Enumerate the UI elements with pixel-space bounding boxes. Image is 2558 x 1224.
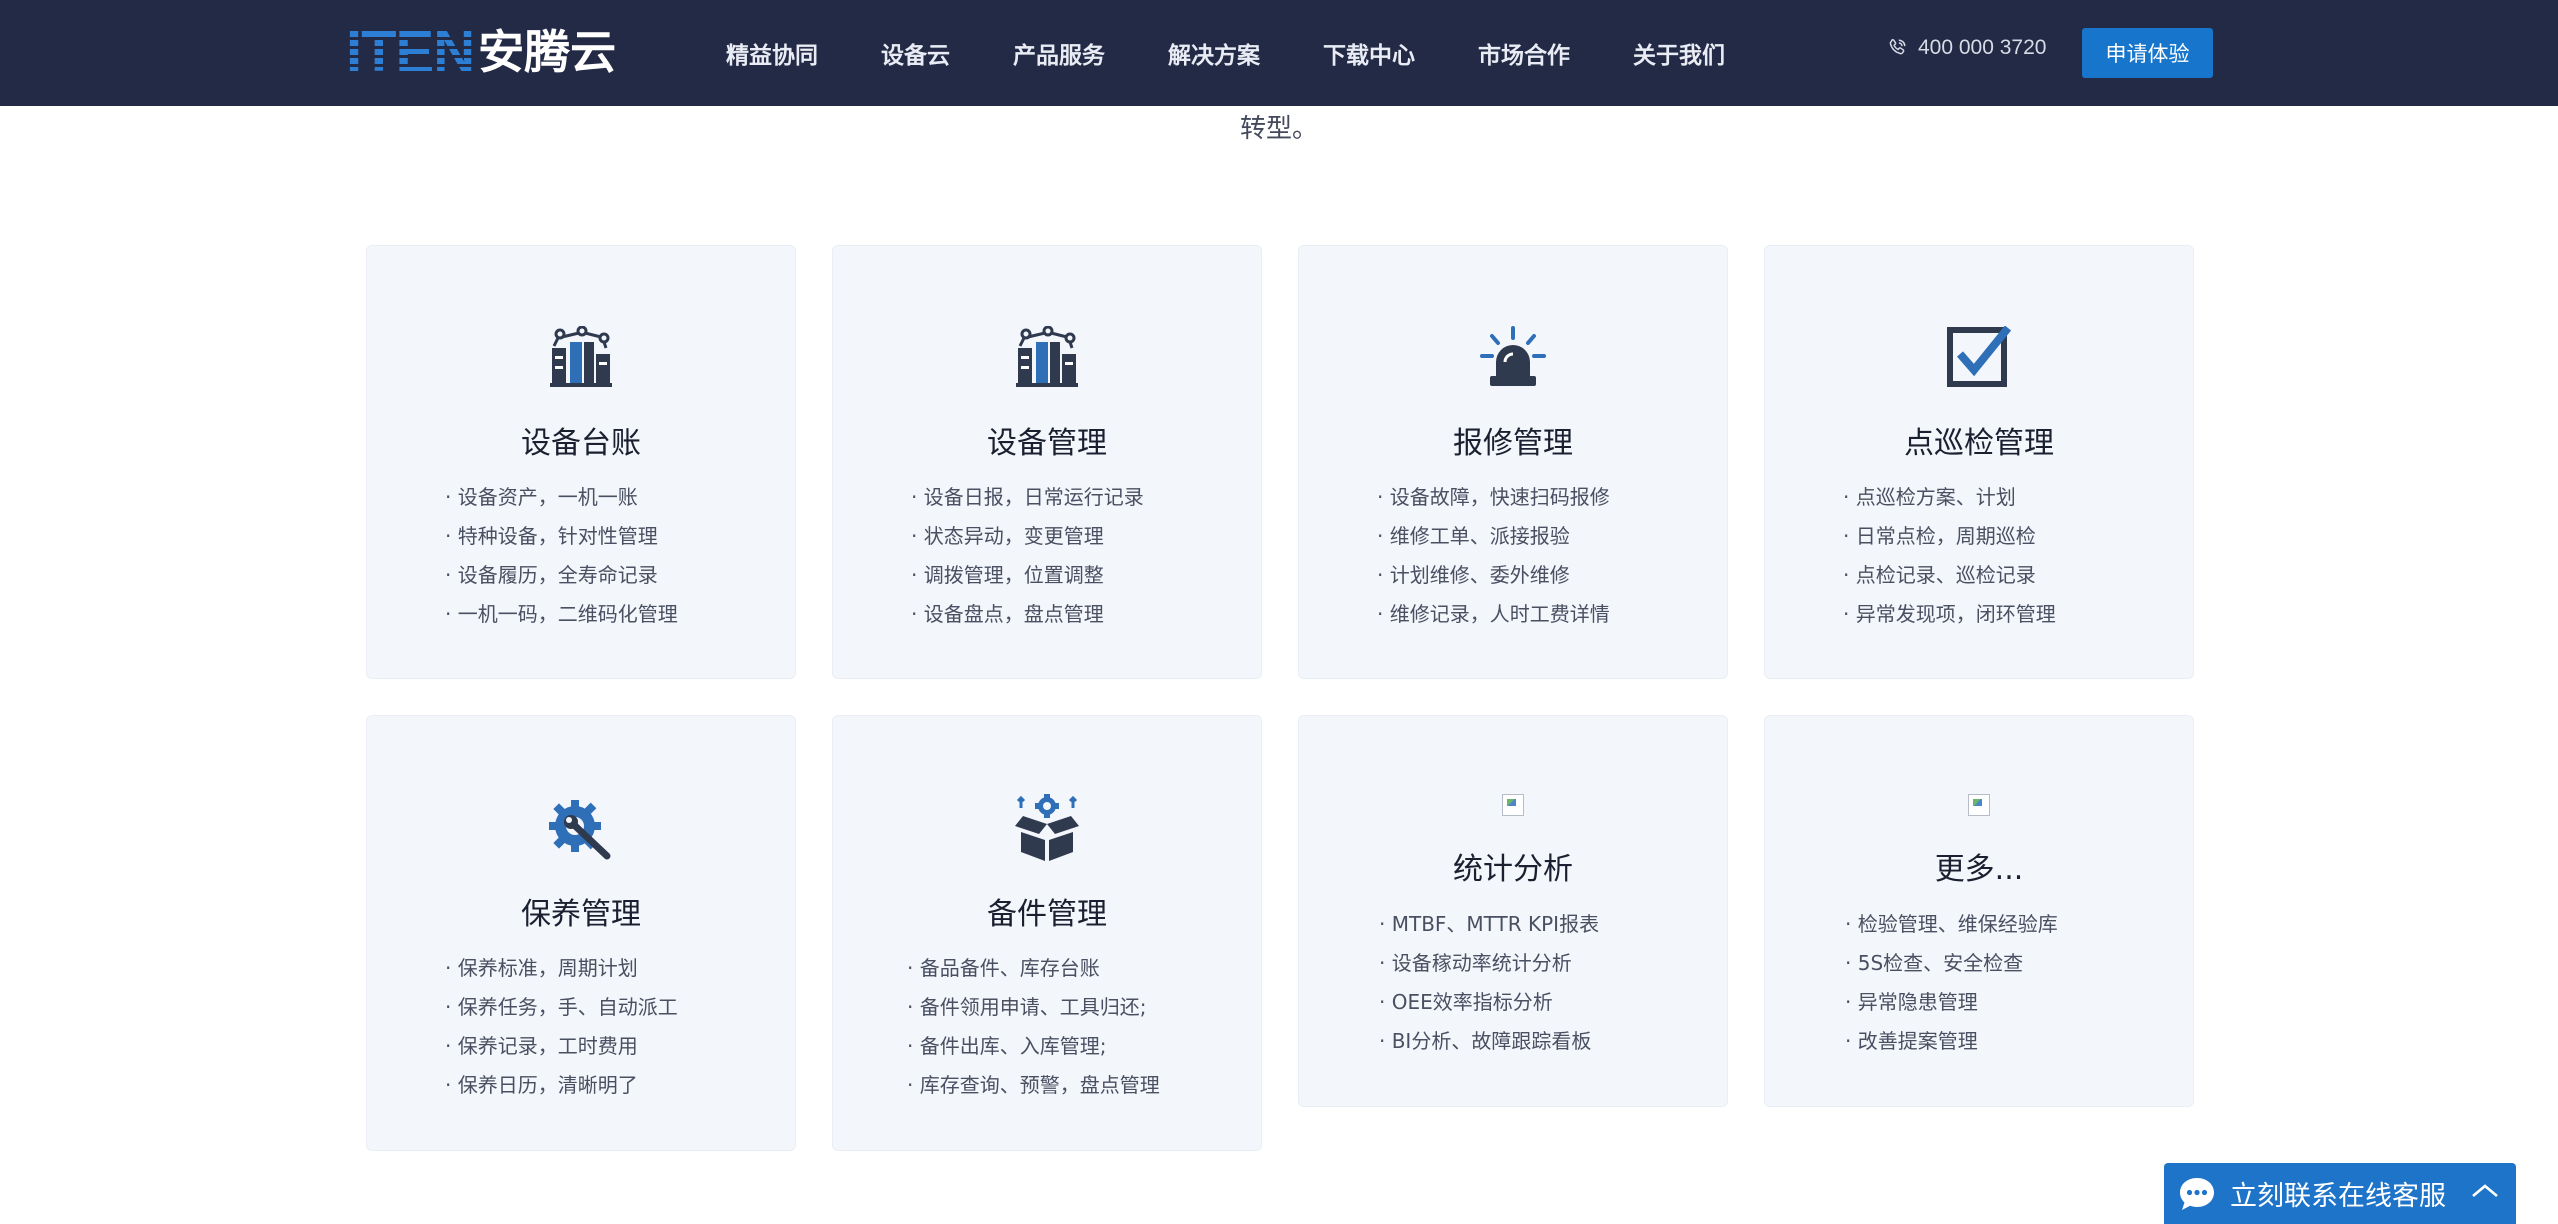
list-item: · 检验管理、维保经验库 <box>1845 912 2058 936</box>
gear-wrench-icon <box>549 800 611 860</box>
brand-logo[interactable]: ITEN 安腾云 <box>346 22 616 82</box>
nav-item-lean-collab[interactable]: 精益协同 <box>726 36 818 70</box>
list-item: · 改善提案管理 <box>1845 1029 1978 1053</box>
list-item: · 设备履历，全寿命记录 <box>445 563 658 587</box>
main-nav: 精益协同 设备云 产品服务 解决方案 下载中心 市场合作 关于我们 <box>726 0 1788 106</box>
broken-image-icon <box>1968 794 1990 816</box>
feature-list: · 检验管理、维保经验库 · 5S检查、安全检查 · 异常隐患管理 · 改善提案… <box>1845 905 2058 1061</box>
list-item: · 备件领用申请、工具归还; <box>907 995 1147 1019</box>
list-item: · 点巡检方案、计划 <box>1843 485 2016 509</box>
list-item: · 保养日历，清晰明了 <box>445 1073 638 1097</box>
list-item: · 状态异动，变更管理 <box>911 524 1104 548</box>
list-item: · OEE效率指标分析 <box>1379 990 1553 1014</box>
feature-card-equipment-ledger: 设备台账 · 设备资产，一机一账 · 特种设备，针对性管理 · 设备履历，全寿命… <box>366 245 796 679</box>
equipment-icon <box>1016 326 1078 387</box>
list-item: · 设备故障，快速扫码报修 <box>1377 485 1610 509</box>
chat-bubble-icon <box>2178 1176 2216 1212</box>
card-title: 报修管理 <box>1453 426 1573 461</box>
card-title: 点巡检管理 <box>1904 426 2054 461</box>
broken-image-icon <box>1502 794 1524 816</box>
list-item: · 设备资产，一机一账 <box>445 485 638 509</box>
list-item: · BI分析、故障跟踪看板 <box>1379 1029 1592 1053</box>
list-item: · 特种设备，针对性管理 <box>445 524 658 548</box>
list-item: · 设备稼动率统计分析 <box>1379 951 1572 975</box>
feature-card-spare-parts-management: 备件管理 · 备品备件、库存台账 · 备件领用申请、工具归还; · 备件出库、入… <box>832 715 1262 1151</box>
nav-item-solutions[interactable]: 解决方案 <box>1168 36 1260 70</box>
list-item: · 异常隐患管理 <box>1845 990 1978 1014</box>
card-title: 备件管理 <box>987 897 1107 932</box>
list-item: · MTBF、MTTR KPI报表 <box>1379 912 1600 936</box>
checkbox-icon <box>1947 326 2012 387</box>
online-service-bar[interactable]: 立刻联系在线客服 <box>2164 1163 2516 1224</box>
apply-trial-button[interactable]: 申请体验 <box>2082 28 2213 78</box>
feature-card-statistics: 统计分析 · MTBF、MTTR KPI报表 · 设备稼动率统计分析 · OEE… <box>1298 715 1728 1107</box>
list-item: · 日常点检，周期巡检 <box>1843 524 2036 548</box>
feature-list: · 备品备件、库存台账 · 备件领用申请、工具归还; · 备件出库、入库管理; … <box>907 949 1160 1105</box>
list-item: · 一机一码，二维码化管理 <box>445 602 678 626</box>
list-item: · 维修记录，人时工费详情 <box>1377 602 1610 626</box>
list-item: · 设备盘点，盘点管理 <box>911 602 1104 626</box>
list-item: · 点检记录、巡检记录 <box>1843 563 2036 587</box>
nav-item-equipment-cloud[interactable]: 设备云 <box>881 36 950 70</box>
hotline[interactable]: 400 000 3720 <box>1886 36 2046 60</box>
list-item: · 计划维修、委外维修 <box>1377 563 1570 587</box>
hotline-number: 400 000 3720 <box>1918 36 2047 59</box>
list-item: · 异常发现项，闭环管理 <box>1843 602 2056 626</box>
parts-box-icon <box>1015 794 1079 861</box>
feature-list: · 点巡检方案、计划 · 日常点检，周期巡检 · 点检记录、巡检记录 · 异常发… <box>1843 478 2056 634</box>
top-navbar: ITEN 安腾云 精益协同 设备云 产品服务 解决方案 下载中心 市场合作 关于… <box>0 0 2558 106</box>
equipment-icon <box>550 326 612 387</box>
phone-icon <box>1889 38 1906 55</box>
nav-item-partnership[interactable]: 市场合作 <box>1478 36 1570 70</box>
list-item: · 5S检查、安全检查 <box>1845 951 2024 975</box>
list-item: · 备件出库、入库管理; <box>907 1034 1107 1058</box>
list-item: · 设备日报，日常运行记录 <box>911 485 1144 509</box>
list-item: · 备品备件、库存台账 <box>907 956 1100 980</box>
feature-card-maintenance-management: 保养管理 · 保养标准，周期计划 · 保养任务，手、自动派工 · 保养记录，工时… <box>366 715 796 1151</box>
feature-card-more: 更多... · 检验管理、维保经验库 · 5S检查、安全检查 · 异常隐患管理 … <box>1764 715 2194 1107</box>
list-item: · 库存查询、预警，盘点管理 <box>907 1073 1160 1097</box>
feature-list: · 设备资产，一机一账 · 特种设备，针对性管理 · 设备履历，全寿命记录 · … <box>445 478 678 634</box>
card-title: 设备台账 <box>521 426 641 461</box>
feature-list: · 设备故障，快速扫码报修 · 维修工单、派接报验 · 计划维修、委外维修 · … <box>1377 478 1610 634</box>
feature-list: · 保养标准，周期计划 · 保养任务，手、自动派工 · 保养记录，工时费用 · … <box>445 949 678 1105</box>
card-title: 保养管理 <box>521 897 641 932</box>
feature-list: · 设备日报，日常运行记录 · 状态异动，变更管理 · 调拨管理，位置调整 · … <box>911 478 1144 634</box>
nav-item-downloads[interactable]: 下载中心 <box>1323 36 1415 70</box>
card-title: 设备管理 <box>987 426 1107 461</box>
card-title: 更多... <box>1934 852 2024 887</box>
logo-brand-name: 安腾云 <box>478 25 617 79</box>
nav-item-about[interactable]: 关于我们 <box>1633 36 1725 70</box>
list-item: · 保养记录，工时费用 <box>445 1034 638 1058</box>
alarm-icon <box>1480 326 1546 386</box>
feature-list: · MTBF、MTTR KPI报表 · 设备稼动率统计分析 · OEE效率指标分… <box>1379 905 1599 1061</box>
chevron-up-icon[interactable] <box>2470 1181 2500 1201</box>
feature-card-equipment-management: 设备管理 · 设备日报，日常运行记录 · 状态异动，变更管理 · 调拨管理，位置… <box>832 245 1262 679</box>
feature-card-repair-management: 报修管理 · 设备故障，快速扫码报修 · 维修工单、派接报验 · 计划维修、委外… <box>1298 245 1728 679</box>
list-item: · 保养标准，周期计划 <box>445 956 638 980</box>
list-item: · 保养任务，手、自动派工 <box>445 995 678 1019</box>
nav-item-products[interactable]: 产品服务 <box>1013 36 1105 70</box>
list-item: · 调拨管理，位置调整 <box>911 563 1104 587</box>
feature-card-inspection-management: 点巡检管理 · 点巡检方案、计划 · 日常点检，周期巡检 · 点检记录、巡检记录… <box>1764 245 2194 679</box>
logo-wordmark: ITEN <box>346 19 475 84</box>
list-item: · 维修工单、派接报验 <box>1377 524 1570 548</box>
chat-bar-label: 立刻联系在线客服 <box>2230 1181 2446 1212</box>
intro-text-tail: 转型。 <box>1239 114 1318 144</box>
card-title: 统计分析 <box>1453 852 1573 887</box>
